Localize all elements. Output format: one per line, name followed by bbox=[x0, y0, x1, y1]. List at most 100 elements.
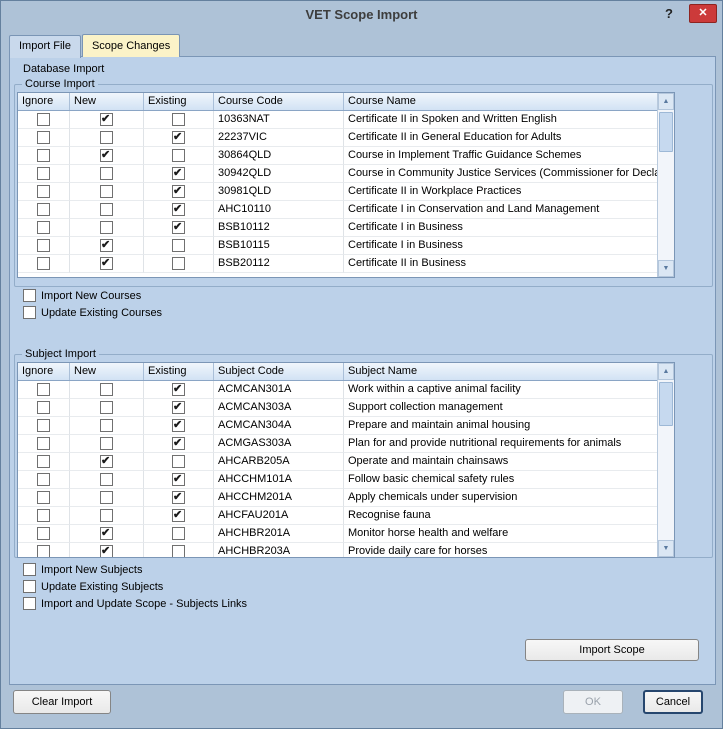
course-table-row[interactable]: BSB10112Certificate I in Business bbox=[18, 219, 657, 237]
subject-name-cell[interactable]: Prepare and maintain animal housing bbox=[344, 417, 657, 435]
subject-code-cell[interactable]: ACMCAN304A bbox=[214, 417, 344, 435]
titlebar[interactable]: VET Scope Import ? ✕ bbox=[1, 1, 722, 29]
subject-new-checkbox[interactable] bbox=[100, 437, 113, 450]
import-new-courses-option[interactable]: Import New Courses bbox=[23, 288, 141, 303]
course-name-cell[interactable]: Course in Implement Traffic Guidance Sch… bbox=[344, 147, 657, 165]
course-ignore-checkbox[interactable] bbox=[37, 185, 50, 198]
subject-new-checkbox[interactable] bbox=[100, 527, 113, 540]
course-existing-checkbox[interactable] bbox=[172, 113, 185, 126]
subject-code-cell[interactable]: AHCHBR203A bbox=[214, 543, 344, 557]
subject-ignore-checkbox[interactable] bbox=[37, 437, 50, 450]
course-existing-checkbox[interactable] bbox=[172, 221, 185, 234]
subject-table-row[interactable]: AHCCHM101AFollow basic chemical safety r… bbox=[18, 471, 657, 489]
course-ignore-checkbox[interactable] bbox=[37, 203, 50, 216]
subject-new-checkbox[interactable] bbox=[100, 509, 113, 522]
subject-new-checkbox[interactable] bbox=[100, 383, 113, 396]
tab-scope-changes[interactable]: Scope Changes bbox=[82, 34, 180, 57]
subject-table-row[interactable]: AHCHBR203AProvide daily care for horses bbox=[18, 543, 657, 557]
subject-new-checkbox[interactable] bbox=[100, 455, 113, 468]
course-code-cell[interactable]: AHC10110 bbox=[214, 201, 344, 219]
course-new-checkbox[interactable] bbox=[100, 221, 113, 234]
course-existing-checkbox[interactable] bbox=[172, 239, 185, 252]
subject-table-scrollbar[interactable]: ▲ ▼ bbox=[657, 363, 674, 557]
update-existing-courses-checkbox[interactable] bbox=[23, 306, 36, 319]
subject-ignore-checkbox[interactable] bbox=[37, 491, 50, 504]
subject-code-cell[interactable]: AHCARB205A bbox=[214, 453, 344, 471]
course-existing-checkbox[interactable] bbox=[172, 203, 185, 216]
import-scope-button[interactable]: Import Scope bbox=[525, 639, 699, 661]
subject-ignore-checkbox[interactable] bbox=[37, 401, 50, 414]
course-column-header-code[interactable]: Course Code bbox=[214, 93, 344, 110]
course-column-header-ignore[interactable]: Ignore bbox=[18, 93, 70, 110]
subject-existing-checkbox[interactable] bbox=[172, 401, 185, 414]
course-existing-checkbox[interactable] bbox=[172, 257, 185, 270]
course-code-cell[interactable]: 30864QLD bbox=[214, 147, 344, 165]
course-scroll-down-button[interactable]: ▼ bbox=[658, 260, 674, 277]
subject-ignore-checkbox[interactable] bbox=[37, 473, 50, 486]
subject-new-checkbox[interactable] bbox=[100, 545, 113, 557]
import-new-subjects-option[interactable]: Import New Subjects bbox=[23, 562, 142, 577]
course-table-row[interactable]: AHC10110Certificate I in Conservation an… bbox=[18, 201, 657, 219]
subject-existing-checkbox[interactable] bbox=[172, 383, 185, 396]
course-code-cell[interactable]: BSB20112 bbox=[214, 255, 344, 273]
subject-table-row[interactable]: ACMGAS303APlan for and provide nutrition… bbox=[18, 435, 657, 453]
course-ignore-checkbox[interactable] bbox=[37, 257, 50, 270]
subject-new-checkbox[interactable] bbox=[100, 473, 113, 486]
course-ignore-checkbox[interactable] bbox=[37, 167, 50, 180]
tab-import-file[interactable]: Import File bbox=[9, 35, 81, 58]
course-name-cell[interactable]: Certificate II in General Education for … bbox=[344, 129, 657, 147]
subject-table-row[interactable]: AHCCHM201AApply chemicals under supervis… bbox=[18, 489, 657, 507]
course-new-checkbox[interactable] bbox=[100, 131, 113, 144]
subject-existing-checkbox[interactable] bbox=[172, 473, 185, 486]
ok-button[interactable]: OK bbox=[563, 690, 623, 714]
subject-scrollbar-thumb[interactable] bbox=[659, 382, 673, 426]
subject-code-cell[interactable]: AHCHBR201A bbox=[214, 525, 344, 543]
subject-name-cell[interactable]: Provide daily care for horses bbox=[344, 543, 657, 557]
course-new-checkbox[interactable] bbox=[100, 185, 113, 198]
course-scroll-up-button[interactable]: ▲ bbox=[658, 93, 674, 110]
subject-new-checkbox[interactable] bbox=[100, 419, 113, 432]
subject-name-cell[interactable]: Operate and maintain chainsaws bbox=[344, 453, 657, 471]
update-existing-subjects-checkbox[interactable] bbox=[23, 580, 36, 593]
course-table-row[interactable]: BSB10115Certificate I in Business bbox=[18, 237, 657, 255]
help-button[interactable]: ? bbox=[660, 5, 678, 23]
subject-name-cell[interactable]: Monitor horse health and welfare bbox=[344, 525, 657, 543]
course-new-checkbox[interactable] bbox=[100, 167, 113, 180]
subject-code-cell[interactable]: AHCFAU201A bbox=[214, 507, 344, 525]
course-column-header-name[interactable]: Course Name bbox=[344, 93, 657, 110]
course-ignore-checkbox[interactable] bbox=[37, 131, 50, 144]
course-ignore-checkbox[interactable] bbox=[37, 221, 50, 234]
course-ignore-checkbox[interactable] bbox=[37, 149, 50, 162]
course-code-cell[interactable]: 30942QLD bbox=[214, 165, 344, 183]
import-new-subjects-checkbox[interactable] bbox=[23, 563, 36, 576]
import-update-scope-links-checkbox[interactable] bbox=[23, 597, 36, 610]
course-name-cell[interactable]: Course in Community Justice Services (Co… bbox=[344, 165, 657, 183]
subject-existing-checkbox[interactable] bbox=[172, 527, 185, 540]
subject-column-header-new[interactable]: New bbox=[70, 363, 144, 380]
subject-name-cell[interactable]: Follow basic chemical safety rules bbox=[344, 471, 657, 489]
subject-existing-checkbox[interactable] bbox=[172, 509, 185, 522]
course-code-cell[interactable]: 10363NAT bbox=[214, 111, 344, 129]
update-existing-courses-option[interactable]: Update Existing Courses bbox=[23, 305, 162, 320]
course-code-cell[interactable]: 30981QLD bbox=[214, 183, 344, 201]
course-name-cell[interactable]: Certificate II in Spoken and Written Eng… bbox=[344, 111, 657, 129]
subject-scroll-down-button[interactable]: ▼ bbox=[658, 540, 674, 557]
course-table-row[interactable]: 30981QLDCertificate II in Workplace Prac… bbox=[18, 183, 657, 201]
course-new-checkbox[interactable] bbox=[100, 239, 113, 252]
subject-code-cell[interactable]: AHCCHM201A bbox=[214, 489, 344, 507]
subject-code-cell[interactable]: AHCCHM101A bbox=[214, 471, 344, 489]
course-existing-checkbox[interactable] bbox=[172, 185, 185, 198]
subject-name-cell[interactable]: Recognise fauna bbox=[344, 507, 657, 525]
subject-table-row[interactable]: ACMCAN303ASupport collection management bbox=[18, 399, 657, 417]
course-name-cell[interactable]: Certificate I in Business bbox=[344, 237, 657, 255]
subject-name-cell[interactable]: Plan for and provide nutritional require… bbox=[344, 435, 657, 453]
subject-code-cell[interactable]: ACMCAN303A bbox=[214, 399, 344, 417]
subject-scrollbar-track[interactable] bbox=[658, 380, 674, 540]
subject-column-header-ignore[interactable]: Ignore bbox=[18, 363, 70, 380]
subject-new-checkbox[interactable] bbox=[100, 401, 113, 414]
course-name-cell[interactable]: Certificate II in Business bbox=[344, 255, 657, 273]
course-code-cell[interactable]: BSB10112 bbox=[214, 219, 344, 237]
course-name-cell[interactable]: Certificate II in Workplace Practices bbox=[344, 183, 657, 201]
course-table-row[interactable]: BSB20112Certificate II in Business bbox=[18, 255, 657, 273]
course-new-checkbox[interactable] bbox=[100, 149, 113, 162]
